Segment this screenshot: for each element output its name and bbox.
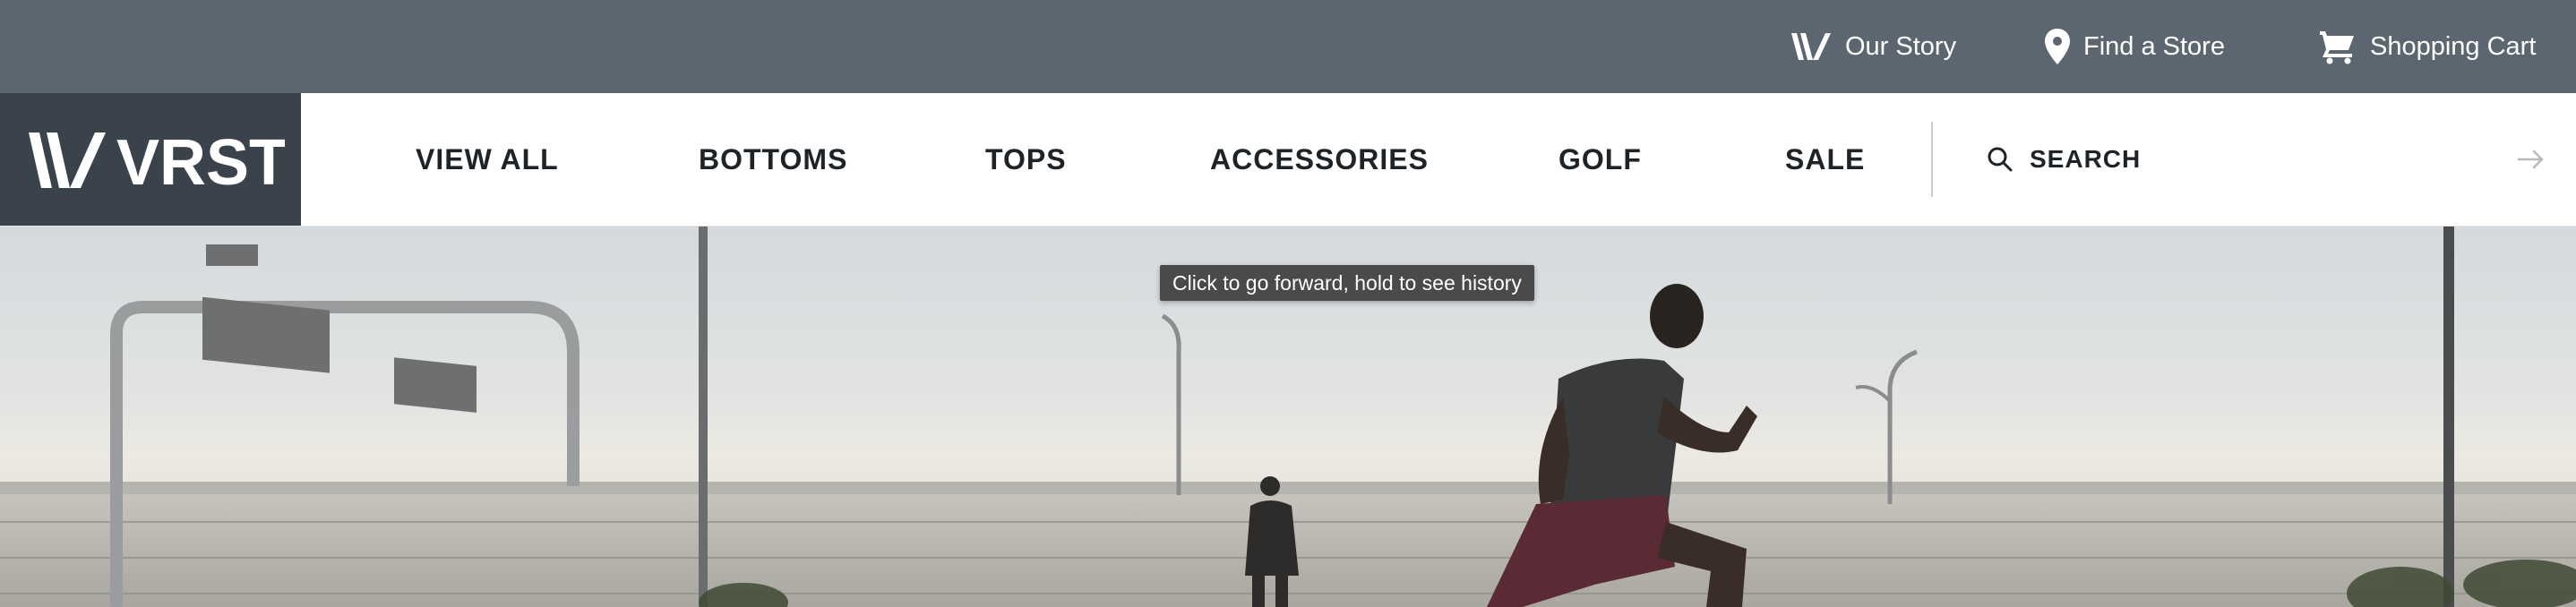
find-store-label: Find a Store	[2083, 31, 2225, 61]
find-store-link[interactable]: Find a Store	[2044, 0, 2225, 93]
utility-bar: Our Story Find a Store Shopping Cart	[0, 0, 2576, 93]
shopping-cart-label: Shopping Cart	[2370, 31, 2537, 61]
logo-mark-icon: VRST	[29, 127, 285, 195]
map-pin-icon	[2044, 28, 2071, 65]
nav-golf[interactable]: GOLF	[1558, 93, 1642, 226]
search-submit-button[interactable]	[2513, 141, 2549, 177]
nav-sale[interactable]: SALE	[1785, 93, 1865, 226]
our-story-link[interactable]: Our Story	[1790, 0, 1956, 93]
our-story-label: Our Story	[1845, 31, 1957, 61]
brand-logo[interactable]: VRST	[0, 93, 301, 226]
shopping-cart-icon	[2318, 29, 2357, 64]
search-icon[interactable]	[1987, 146, 2014, 173]
nav-accessories[interactable]: ACCESSORIES	[1210, 93, 1429, 226]
nav-bottoms[interactable]: BOTTOMS	[699, 93, 847, 226]
browser-tooltip: Click to go forward, hold to see history	[1160, 265, 1534, 301]
search-input[interactable]	[2030, 145, 2477, 174]
brand-wordmark: VRST	[116, 127, 285, 195]
brand-mark-icon	[1790, 31, 1833, 62]
nav-tops[interactable]: TOPS	[985, 93, 1067, 226]
arrow-right-icon	[2517, 150, 2544, 169]
search-bar	[1987, 93, 2524, 226]
nav-view-all[interactable]: VIEW ALL	[416, 93, 559, 226]
main-nav: VRST VIEW ALL BOTTOMS TOPS ACCESSORIES G…	[0, 93, 2576, 227]
nav-divider	[1931, 122, 1933, 197]
shopping-cart-link[interactable]: Shopping Cart	[2318, 0, 2536, 93]
